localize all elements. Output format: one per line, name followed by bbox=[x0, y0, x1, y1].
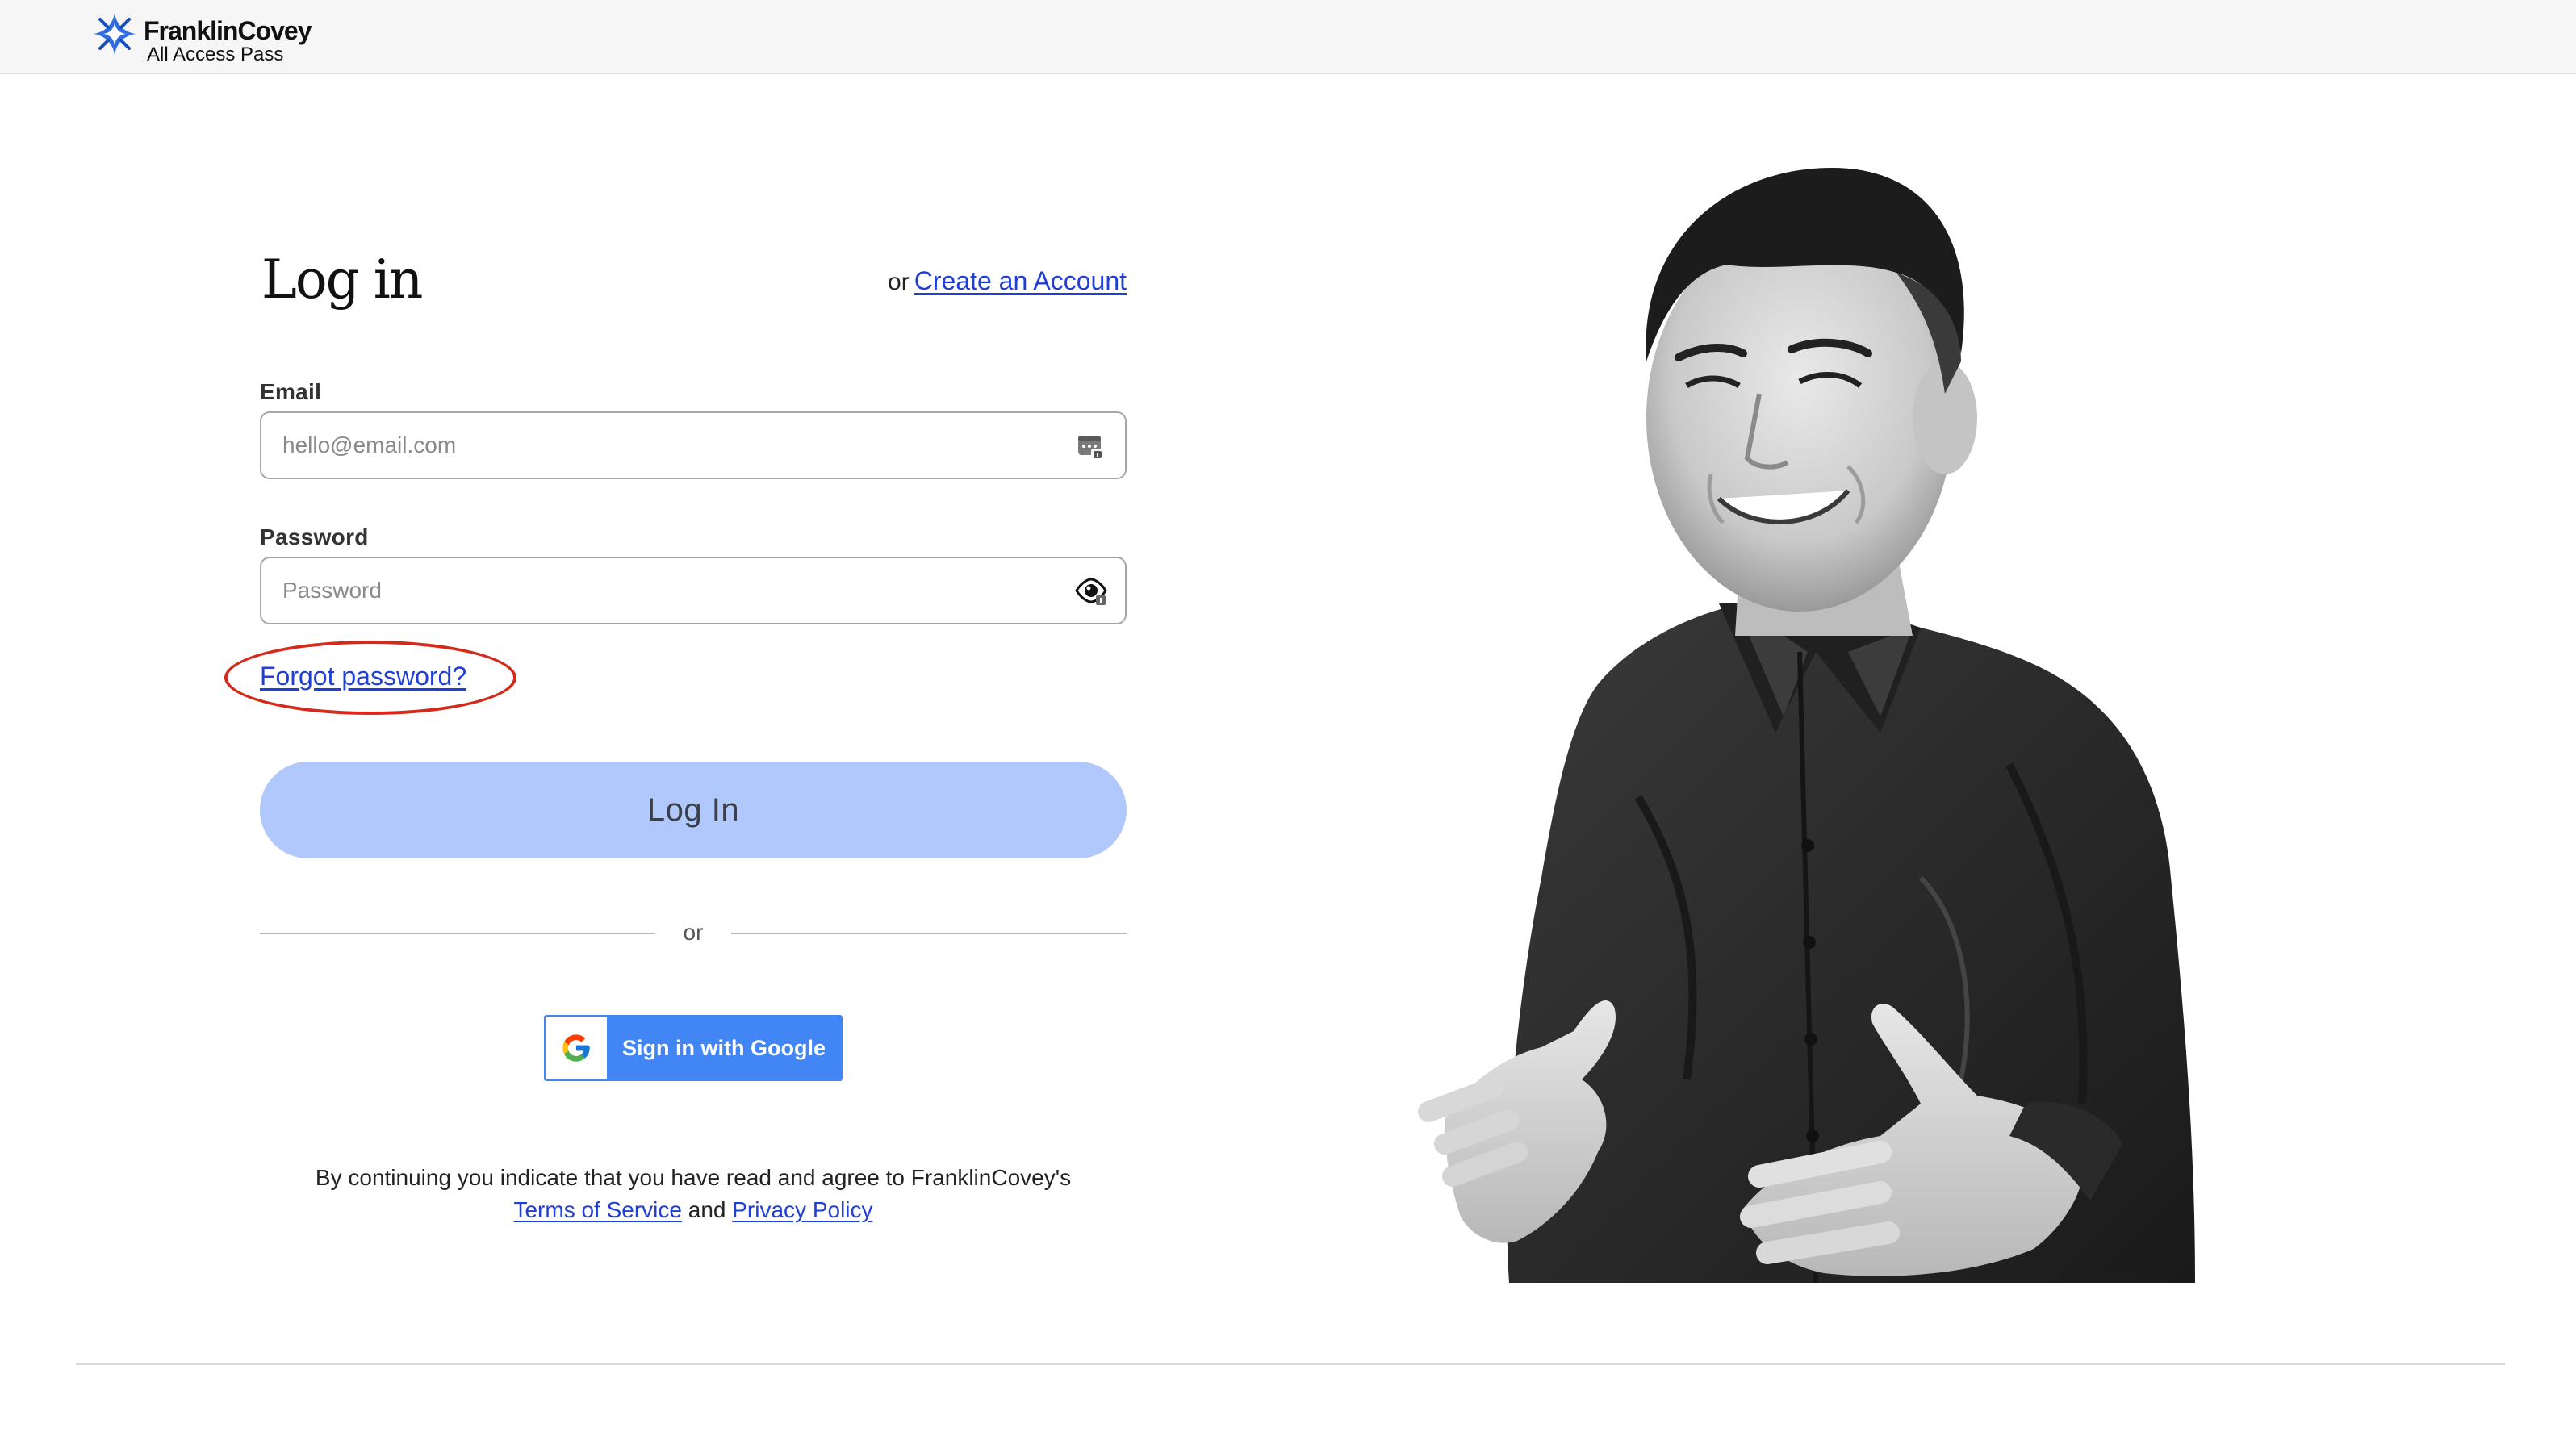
google-sign-in-label: Sign in with Google bbox=[622, 1035, 826, 1060]
page-title: Log in bbox=[261, 248, 423, 311]
privacy-policy-link[interactable]: Privacy Policy bbox=[732, 1197, 872, 1222]
create-account-row: or Create an Account bbox=[888, 266, 1127, 296]
terms-text: By continuing you indicate that you have… bbox=[315, 1165, 1072, 1190]
terms-of-service-link[interactable]: Terms of Service bbox=[513, 1197, 682, 1222]
brand-logo[interactable]: FranklinCovey All Access Pass bbox=[92, 10, 312, 66]
forgot-password-link[interactable]: Forgot password? bbox=[260, 662, 466, 691]
create-account-link[interactable]: Create an Account bbox=[914, 266, 1127, 295]
password-label: Password bbox=[260, 524, 369, 549]
password-manager-icon[interactable] bbox=[1075, 429, 1107, 461]
top-bar: FranklinCovey All Access Pass bbox=[0, 0, 2576, 74]
google-sign-in-button[interactable]: Sign in with Google bbox=[544, 1015, 843, 1081]
divider-line-right bbox=[731, 933, 1127, 934]
terms-and: and bbox=[688, 1197, 726, 1222]
password-input[interactable] bbox=[281, 558, 1007, 623]
password-field[interactable] bbox=[260, 557, 1127, 624]
google-logo-box bbox=[546, 1017, 607, 1079]
create-account-prefix: or bbox=[888, 269, 910, 295]
brand-subtitle: All Access Pass bbox=[147, 44, 284, 65]
email-label: Email bbox=[260, 379, 322, 404]
login-button[interactable]: Log In bbox=[260, 762, 1127, 858]
google-icon bbox=[562, 1034, 590, 1062]
show-password-eye-icon[interactable] bbox=[1075, 574, 1107, 607]
email-input[interactable] bbox=[281, 413, 1007, 478]
title-row: Log in or Create an Account bbox=[260, 242, 1127, 315]
portrait-illustration bbox=[1418, 168, 2195, 1283]
login-form: Log in orCreate an Account Email Passwor… bbox=[224, 242, 1127, 1222]
footer-divider bbox=[76, 1363, 2505, 1365]
franklincovey-logo-icon bbox=[94, 13, 136, 55]
terms-notice: By continuing you indicate that you have… bbox=[260, 1162, 1127, 1226]
or-divider: or bbox=[260, 917, 1127, 949]
email-field[interactable] bbox=[260, 411, 1127, 479]
brand-name: FranklinCovey bbox=[144, 16, 312, 45]
portrait-photo bbox=[1396, 152, 2318, 1283]
